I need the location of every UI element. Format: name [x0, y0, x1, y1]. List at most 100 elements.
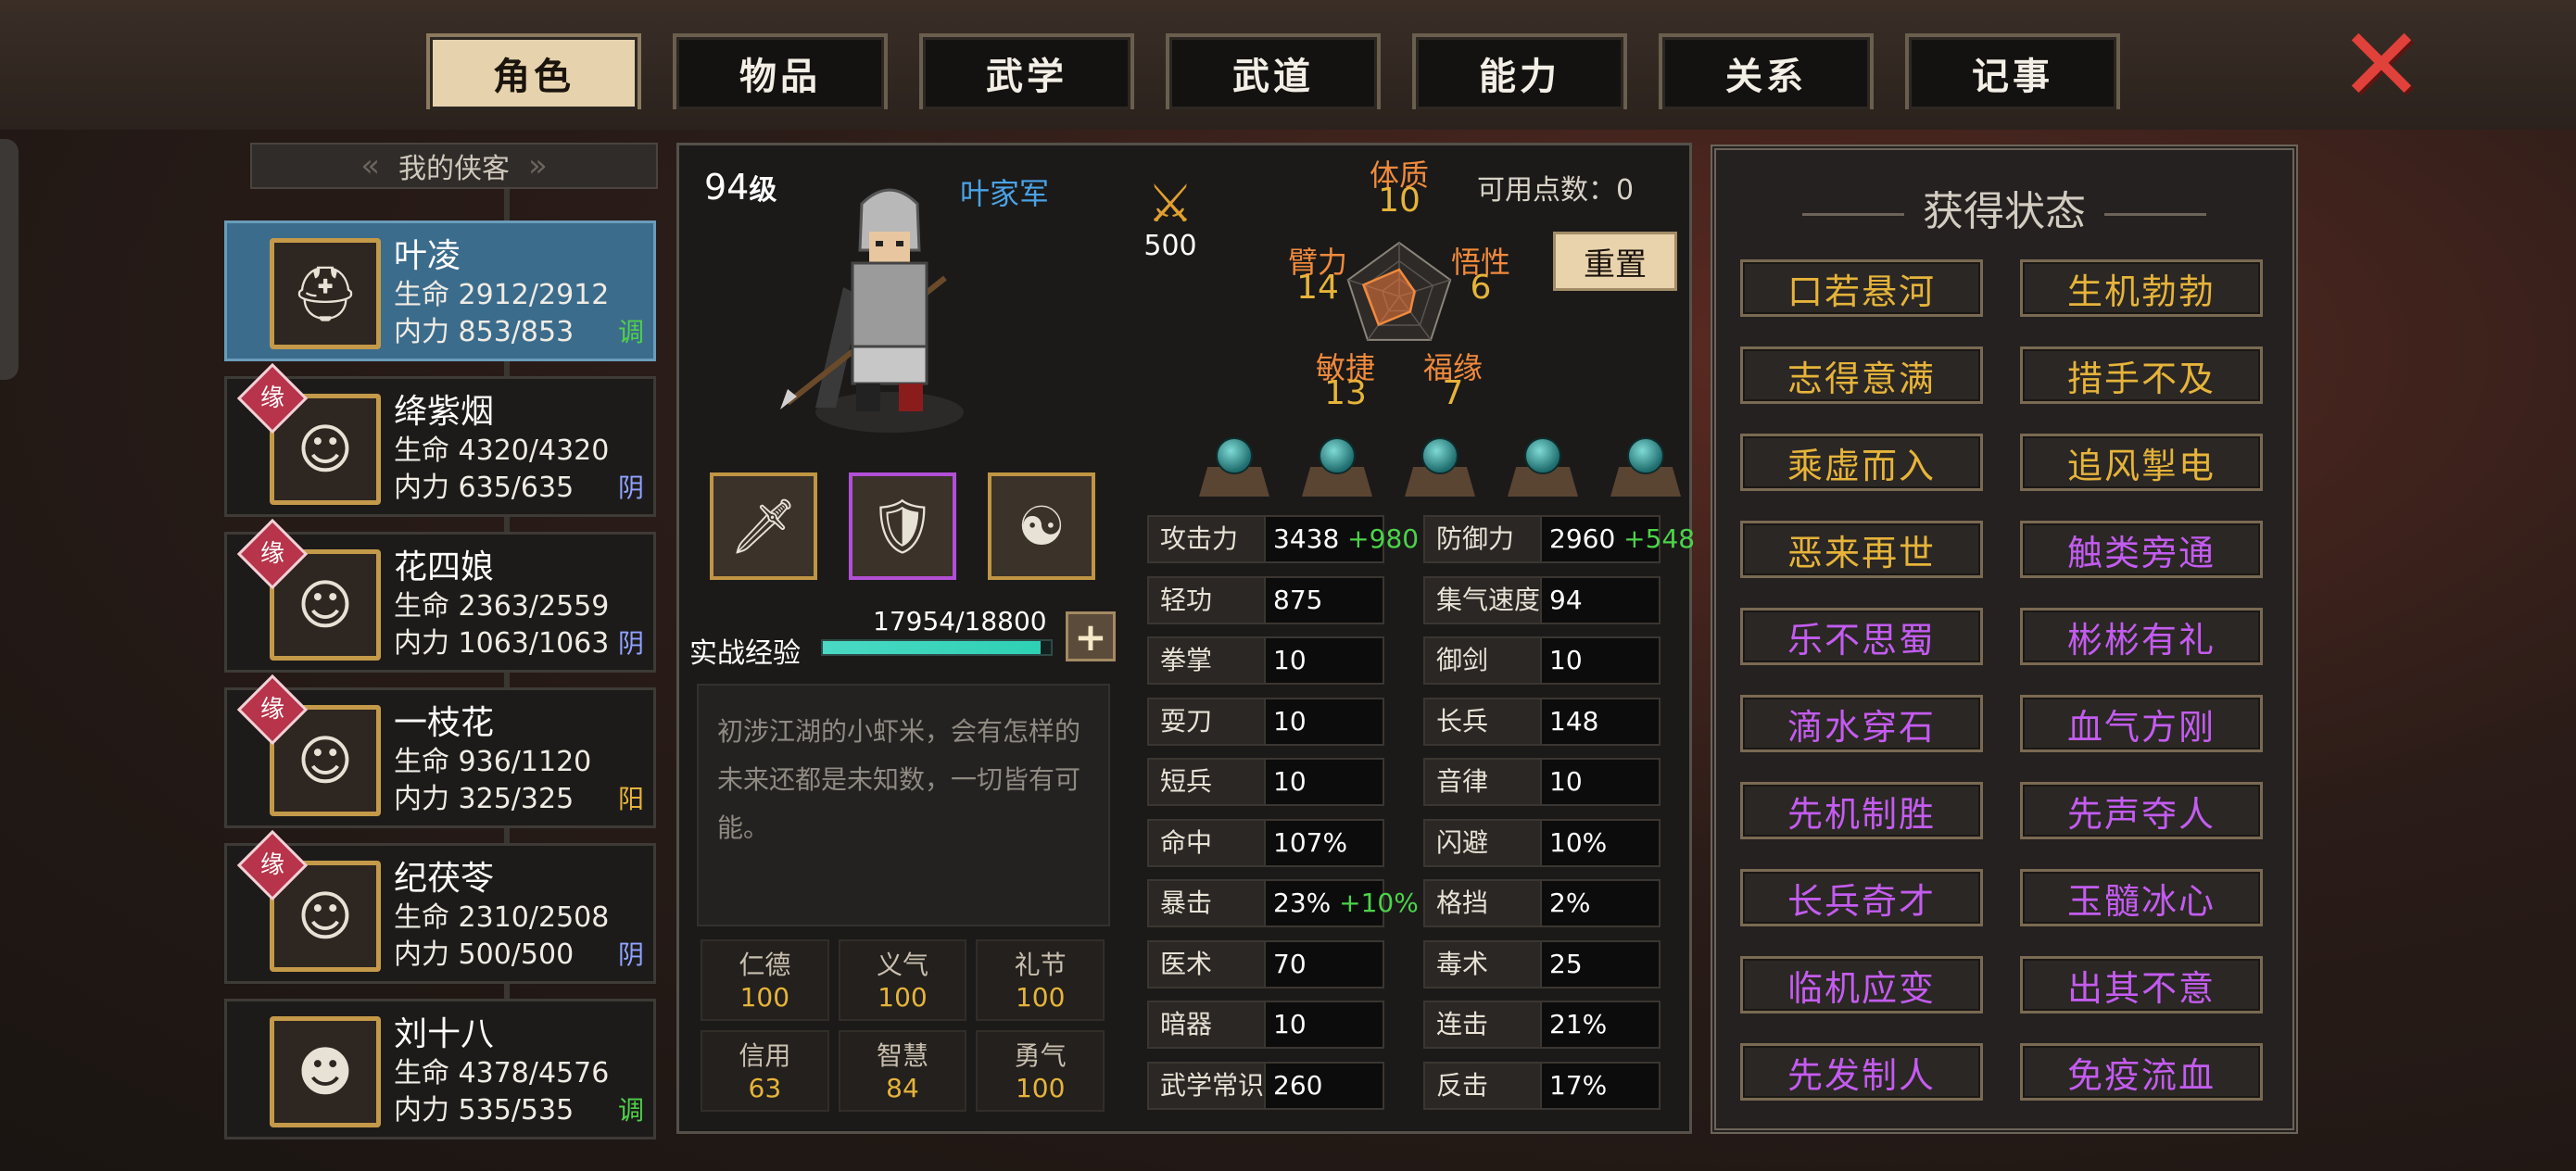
roster-header: « 我的侠客 »: [250, 143, 658, 189]
avatar: ☻: [270, 1016, 381, 1127]
roster-card[interactable]: ☻ 刘十八 生命 4378/4576 内力 535/535 调: [224, 999, 656, 1140]
stat-bonus: +548: [1623, 523, 1696, 554]
reset-button[interactable]: 重置: [1553, 232, 1677, 291]
stat-value-cell: 148: [1542, 697, 1661, 746]
status-effect[interactable]: 先声夺人: [2020, 782, 2263, 839]
roster-card[interactable]: ⛑ 叶凌 生命 2912/2912 内力 853/853 调: [224, 220, 656, 361]
equip-slot-weapon[interactable]: 🗡: [710, 472, 817, 580]
stat-row: 攻击力 3438 +980: [1147, 515, 1420, 563]
stat-bonus: +980: [1347, 523, 1420, 554]
roster-card[interactable]: ☺ 缘纪茯苓 生命 2310/2508 内力 500/500 阴: [224, 829, 656, 984]
stat-value: 10: [1273, 1009, 1307, 1039]
side-drawer-handle[interactable]: [0, 139, 19, 380]
main-tabs: 角色 物品 武学 武道 能力 关系 记事: [426, 33, 2120, 109]
exp-label: 实战经验: [689, 637, 801, 670]
orb-gem-icon: [1524, 437, 1561, 474]
stat-value-cell: 2960 +548: [1542, 515, 1695, 563]
status-effect[interactable]: 乐不思蜀: [1740, 608, 1983, 665]
close-icon[interactable]: ✕: [2337, 14, 2426, 116]
member-mp: 内力 853/853: [394, 316, 575, 348]
status-effect[interactable]: 口若悬河: [1740, 259, 1983, 317]
member-alignment-tag: 阳: [617, 784, 644, 814]
stat-value-cell: 875: [1266, 575, 1384, 624]
tab-0[interactable]: 角色: [426, 33, 641, 109]
status-effect[interactable]: 长兵奇才: [1740, 869, 1983, 926]
status-effect[interactable]: 志得意满: [1740, 346, 1983, 404]
meridian-orb[interactable]: [1302, 435, 1372, 500]
virtue-value: 100: [739, 982, 790, 1013]
stat-label: 防御力: [1423, 515, 1542, 563]
status-effect[interactable]: 生机勃勃: [2020, 259, 2263, 317]
virtue-name: 信用: [739, 1040, 791, 1071]
stat-value: 10: [1273, 705, 1307, 737]
roster-card[interactable]: ☺ 缘一枝花 生命 936/1120 内力 325/325 阳: [224, 674, 656, 828]
stat-label: 闪避: [1423, 818, 1542, 867]
roster-card[interactable]: ☺ 缘花四娘 生命 2363/2559 内力 1063/1063 阴: [224, 518, 656, 673]
tab-2[interactable]: 武学: [919, 33, 1134, 109]
member-hp: 生命 936/1120: [394, 746, 592, 778]
tab-5[interactable]: 关系: [1659, 33, 1874, 109]
stat-value-cell: 107%: [1266, 818, 1384, 867]
stat-label: 暴击: [1147, 879, 1266, 927]
stat-value: 2%: [1549, 888, 1591, 918]
stat-value-cell: 70: [1266, 939, 1384, 988]
tab-3[interactable]: 武道: [1166, 33, 1381, 109]
stat-value: 10%: [1549, 826, 1608, 858]
stat-label: 短兵: [1147, 758, 1266, 806]
virtue-value: 84: [886, 1073, 919, 1103]
status-effect[interactable]: 出其不意: [2020, 956, 2263, 1014]
status-effect[interactable]: 恶来再世: [1740, 521, 1983, 578]
status-effect[interactable]: 乘虚而入: [1740, 434, 1983, 491]
status-effect[interactable]: 临机应变: [1740, 956, 1983, 1014]
orb-gem-icon: [1216, 437, 1253, 474]
stat-value: 10: [1549, 766, 1583, 797]
meridian-orb[interactable]: [1610, 435, 1681, 500]
stat-label: 格挡: [1423, 879, 1542, 927]
status-effect[interactable]: 滴水穿石: [1740, 695, 1983, 752]
roster-title: 我的侠客: [398, 153, 510, 185]
attribute-value-fortune: 7: [1443, 374, 1464, 412]
add-exp-button[interactable]: +: [1066, 611, 1116, 661]
equip-slot-armor[interactable]: 🛡: [849, 472, 956, 580]
stat-value: 23%: [1273, 888, 1332, 918]
meridian-orb[interactable]: [1508, 435, 1578, 500]
virtue-cell: 智慧 84: [838, 1030, 967, 1112]
stat-row: 耍刀 10: [1147, 697, 1416, 746]
chevron-left-icon: «: [360, 147, 380, 184]
status-effect[interactable]: 玉髓冰心: [2020, 869, 2263, 926]
status-effect[interactable]: 血气方刚: [2020, 695, 2263, 752]
stat-value-cell: 10: [1266, 697, 1384, 746]
status-effect[interactable]: 彬彬有礼: [2020, 608, 2263, 665]
stat-label: 武学常识: [1147, 1061, 1266, 1110]
status-effect[interactable]: 追风掣电: [2020, 434, 2263, 491]
status-effect[interactable]: 免疫流血: [2020, 1043, 2263, 1101]
member-hp: 生命 4320/4320: [394, 434, 610, 467]
tab-1[interactable]: 物品: [673, 33, 888, 109]
stat-row: 医术 70: [1147, 939, 1416, 988]
stat-label: 御剑: [1423, 636, 1542, 685]
status-effect[interactable]: 先机制胜: [1740, 782, 1983, 839]
stat-value-cell: 10%: [1542, 818, 1661, 867]
status-panel-title: 获得状态: [1923, 188, 2086, 235]
status-effect[interactable]: 触类旁通: [2020, 521, 2263, 578]
member-mp: 内力 325/325: [394, 783, 575, 815]
stat-value: 107%: [1273, 826, 1348, 858]
meridian-orb[interactable]: [1405, 435, 1475, 500]
member-name: 绛紫烟: [394, 393, 495, 431]
tab-6[interactable]: 记事: [1905, 33, 2120, 109]
roster-card[interactable]: ☺ 缘绛紫烟 生命 4320/4320 内力 635/635 阴: [224, 362, 656, 517]
member-name: 叶凌: [394, 237, 461, 275]
status-effect[interactable]: 先发制人: [1740, 1043, 1983, 1101]
virtue-cell: 仁德 100: [701, 939, 829, 1021]
avatar: ⛑: [270, 238, 381, 349]
stat-value: 10: [1273, 766, 1307, 797]
stat-value-cell: 10: [1266, 758, 1384, 806]
fate-badge-label: 缘: [259, 540, 284, 568]
virtue-value: 100: [1015, 1073, 1066, 1103]
status-effect[interactable]: 措手不及: [2020, 346, 2263, 404]
stat-value: 70: [1273, 948, 1307, 979]
equip-slot-accessory[interactable]: ☯: [988, 472, 1095, 580]
tab-4[interactable]: 能力: [1412, 33, 1627, 109]
meridian-orb[interactable]: [1199, 435, 1269, 500]
stat-label: 连击: [1423, 1001, 1542, 1049]
